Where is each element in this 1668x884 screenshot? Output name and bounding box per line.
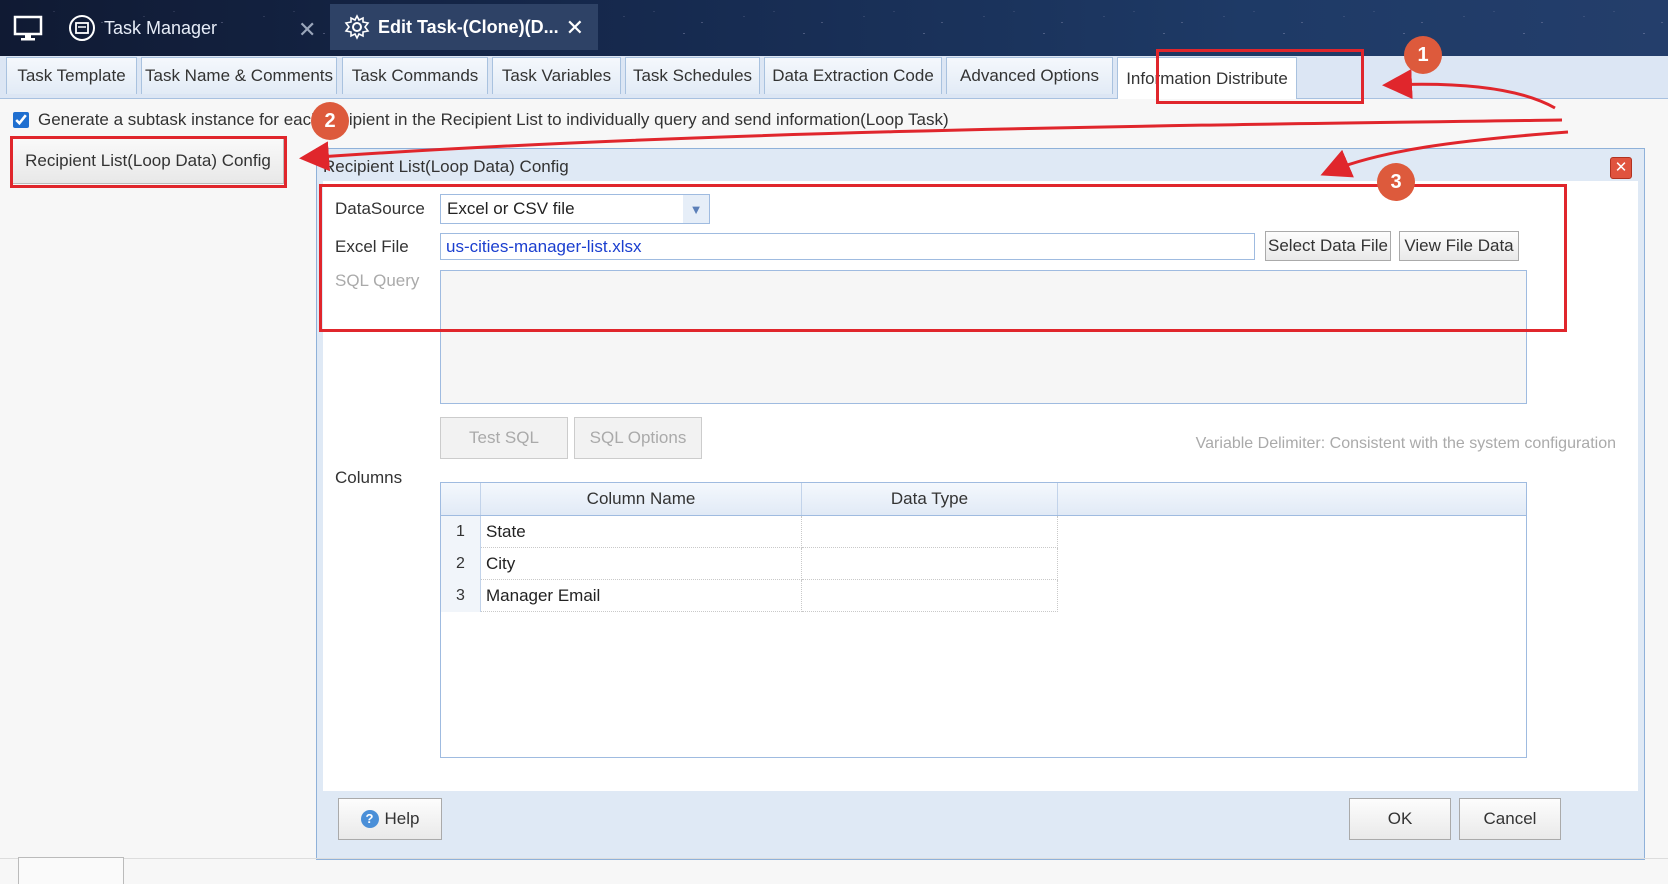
arrow-to-config-button (299, 118, 1563, 172)
arrow-to-dialog (1320, 130, 1569, 178)
annotation-arrows (299, 69, 1569, 178)
arrow-to-tab (1382, 69, 1556, 110)
annotation-badge-1: 1 (1404, 36, 1442, 74)
annotation-badge-3: 3 (1377, 163, 1415, 201)
annotation-badge-2: 2 (311, 102, 349, 140)
